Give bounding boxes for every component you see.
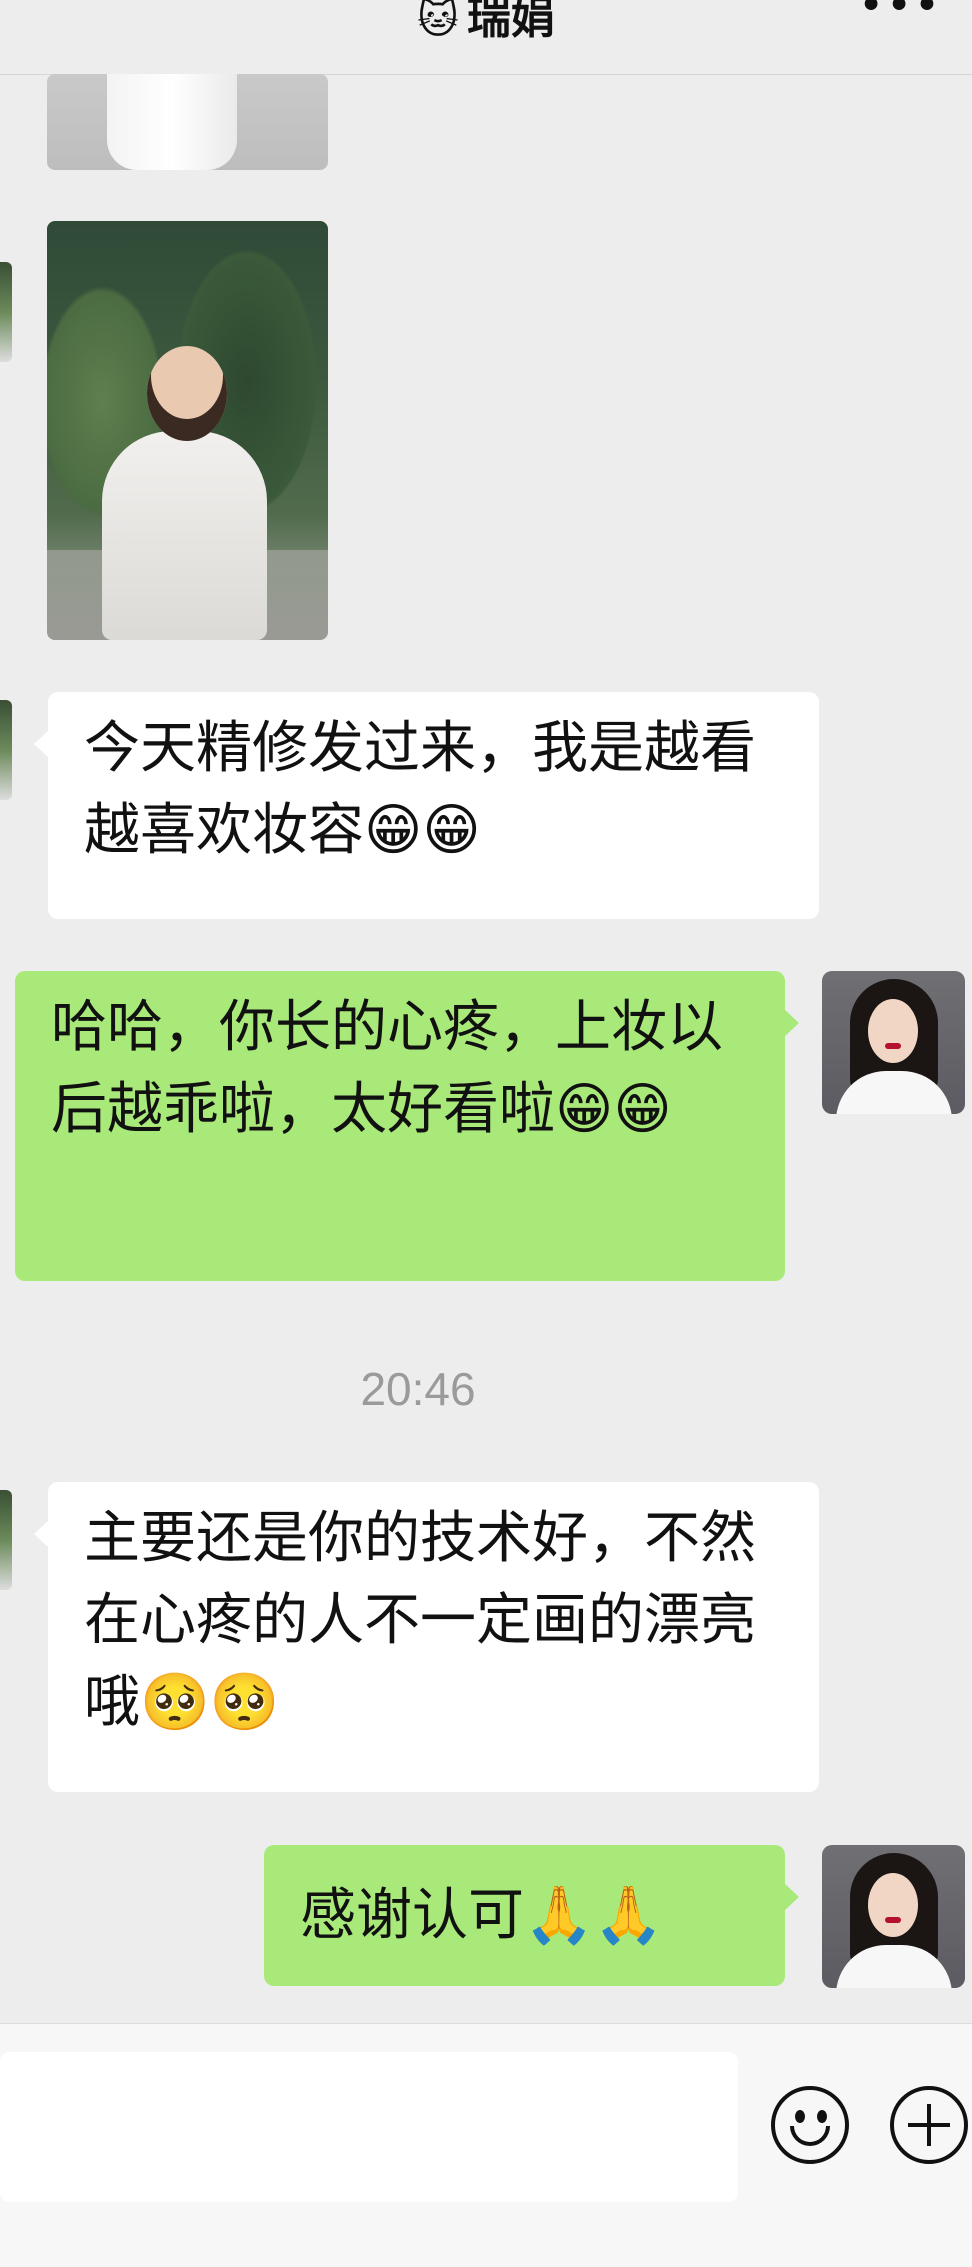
- photo-content: [107, 74, 237, 170]
- avatar-lips: [885, 1043, 901, 1049]
- title-emoji-icon: 🐱: [417, 0, 459, 43]
- avatar-peek[interactable]: [0, 262, 12, 362]
- message-bubble-received[interactable]: 今天精修发过来，我是越看越喜欢妆容😁😁: [34, 692, 819, 919]
- image-message[interactable]: [47, 74, 328, 170]
- photo-head: [147, 346, 227, 441]
- photo-dress: [102, 431, 267, 640]
- smile-icon[interactable]: [771, 2086, 849, 2164]
- message-text: 哈哈，你长的心疼，上妆以后越乖啦，太好看啦😁😁: [51, 995, 723, 1142]
- smile-eye: [817, 2110, 827, 2123]
- chat-title: 🐱 瑞娟: [0, 0, 972, 46]
- message-text: 主要还是你的技术好，不然在心疼的人不一定画的漂亮哦🥺🥺: [84, 1506, 756, 1735]
- plus-bar: [927, 2104, 931, 2146]
- image-message[interactable]: [47, 221, 328, 640]
- input-toolbar: [0, 2023, 972, 2267]
- plus-circle-icon[interactable]: [890, 2086, 968, 2164]
- avatar-lips: [885, 1917, 901, 1923]
- smile-mouth: [790, 2126, 830, 2146]
- avatar-peek[interactable]: [0, 1490, 12, 1590]
- more-icon[interactable]: •••: [858, 0, 942, 31]
- message-bubble-sent[interactable]: 哈哈，你长的心疼，上妆以后越乖啦，太好看啦😁😁: [15, 971, 799, 1281]
- message-timestamp: 20:46: [360, 1363, 476, 1415]
- smile-eye: [795, 2110, 805, 2123]
- contact-name: 瑞娟: [466, 0, 555, 44]
- avatar-face: [868, 999, 918, 1063]
- avatar[interactable]: [822, 1845, 965, 1988]
- avatar[interactable]: [822, 971, 965, 1114]
- message-input[interactable]: [0, 2052, 738, 2202]
- avatar-peek[interactable]: [0, 700, 12, 800]
- chat-header: 🐱 瑞娟 •••: [0, 0, 972, 75]
- avatar-face: [868, 1873, 918, 1937]
- message-text: 感谢认可🙏🙏: [300, 1883, 664, 1948]
- message-bubble-sent[interactable]: 感谢认可🙏🙏: [264, 1845, 799, 1986]
- message-text: 今天精修发过来，我是越看越喜欢妆容😁😁: [84, 716, 756, 863]
- message-bubble-received[interactable]: 主要还是你的技术好，不然在心疼的人不一定画的漂亮哦🥺🥺: [34, 1482, 819, 1792]
